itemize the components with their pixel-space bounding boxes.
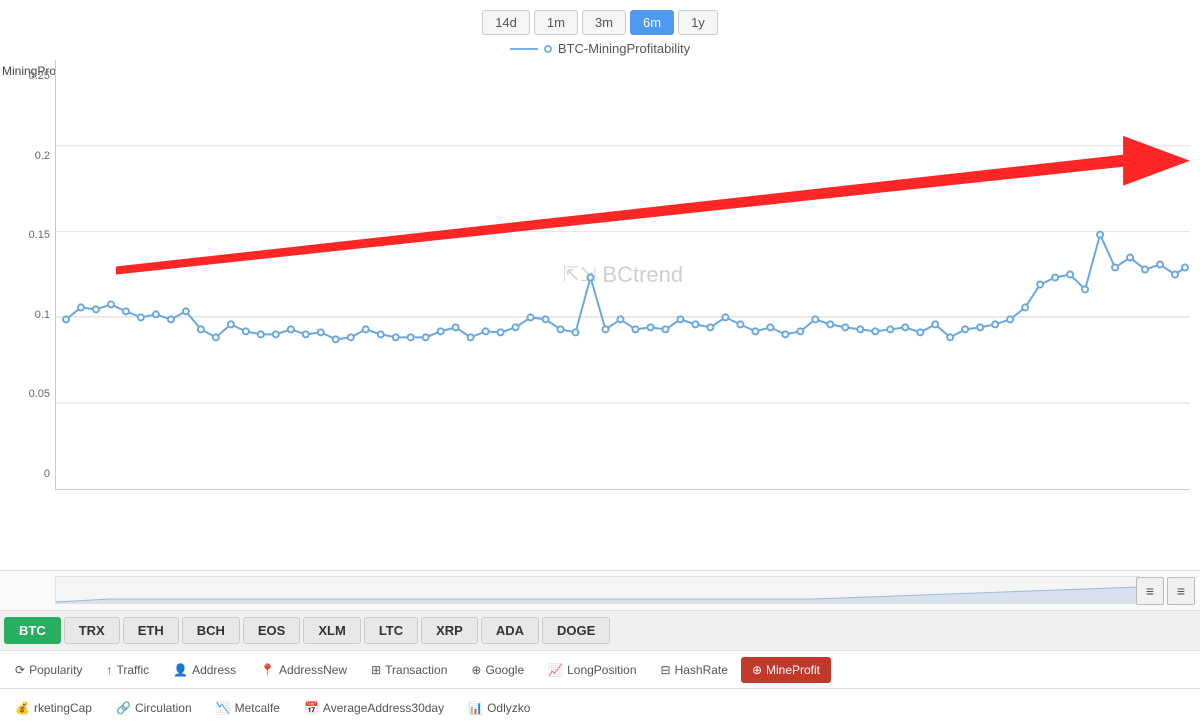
coin-tab-xlm[interactable]: XLM [303,617,360,644]
bottom-tab-metcalfe[interactable]: 📉 Metcalfe [205,695,291,721]
metric-traffic[interactable]: ↑ Traffic [95,657,160,683]
metric-address[interactable]: 👤 Address [162,657,247,683]
scroll-btn-left[interactable]: ≡ [1136,577,1164,605]
circulation-icon: 🔗 [116,701,131,715]
time-buttons: 14d 1m 3m 6m 1y [0,0,1200,41]
chart-svg [56,60,1190,489]
mineprofit-label: MineProfit [766,663,820,677]
marketingcap-label: rketingCap [34,701,92,715]
chart-wrapper: MiningProfitability 0 0.05 0.1 0.15 0.2 … [0,60,1200,530]
legend-circle-icon [544,45,552,53]
bottom-tab-odlyzko[interactable]: 📊 Odlyzko [457,695,541,721]
traffic-label: Traffic [116,663,149,677]
averageaddress-icon: 📅 [304,701,319,715]
traffic-icon: ↑ [106,663,112,677]
time-btn-3m[interactable]: 3m [582,10,626,35]
y-label-015: 0.15 [0,229,55,241]
circulation-label: Circulation [135,701,192,715]
coin-tab-ada[interactable]: ADA [481,617,539,644]
y-label-005: 0.05 [0,388,55,400]
scroll-buttons: ≡ ≡ [1136,577,1195,605]
longposition-icon: 📈 [548,663,563,677]
scroll-btn-right[interactable]: ≡ [1167,577,1195,605]
marketingcap-icon: 💰 [15,701,30,715]
y-label-010: 0.1 [0,309,55,321]
scroll-area: ≡ ≡ [0,570,1200,610]
time-btn-6m[interactable]: 6m [630,10,674,35]
metric-longposition[interactable]: 📈 LongPosition [537,657,647,683]
y-label-020: 0.2 [0,150,55,162]
metric-addressnew[interactable]: 📍 AddressNew [249,657,358,683]
coin-tab-btc[interactable]: BTC [4,617,61,644]
popularity-label: Popularity [29,663,82,677]
chart-legend: BTC-MiningProfitability [0,41,1200,56]
legend-line-segment [510,48,538,50]
bottom-tab-averageaddress[interactable]: 📅 AverageAddress30day [293,695,455,721]
odlyzko-label: Odlyzko [487,701,530,715]
popularity-icon: ⟳ [15,663,25,677]
google-icon: ⊕ [471,663,481,677]
coin-tab-trx[interactable]: TRX [64,617,120,644]
metcalfe-label: Metcalfe [235,701,280,715]
metcalfe-icon: 📉 [216,701,231,715]
coin-tab-xrp[interactable]: XRP [421,617,478,644]
metric-popularity[interactable]: ⟳ Popularity [4,657,93,683]
y-label-025: 0.25 [0,70,55,82]
metric-hashrate[interactable]: ⊟ HashRate [650,657,739,683]
y-axis: 0 0.05 0.1 0.15 0.2 0.25 [0,60,55,490]
top-area: 14d 1m 3m 6m 1y BTC-MiningProfitability … [0,0,1200,540]
coin-tab-eos[interactable]: EOS [243,617,300,644]
chart-area: ⇱⇲ BCtrend [55,60,1190,490]
metric-mineprofit[interactable]: ⊕ MineProfit [741,657,831,683]
address-icon: 👤 [173,663,188,677]
time-btn-14d[interactable]: 14d [482,10,530,35]
metric-transaction[interactable]: ⊞ Transaction [360,657,458,683]
mineprofit-icon: ⊕ [752,663,762,677]
bottom-tab-circulation[interactable]: 🔗 Circulation [105,695,203,721]
y-label-0: 0 [0,468,55,480]
legend-label: BTC-MiningProfitability [558,41,690,56]
hashrate-icon: ⊟ [661,663,671,677]
hashrate-label: HashRate [675,663,728,677]
time-btn-1m[interactable]: 1m [534,10,578,35]
transaction-label: Transaction [385,663,447,677]
addressnew-icon: 📍 [260,663,275,677]
coin-tab-doge[interactable]: DOGE [542,617,610,644]
time-btn-1y[interactable]: 1y [678,10,718,35]
averageaddress-label: AverageAddress30day [323,701,444,715]
coin-tab-ltc[interactable]: LTC [364,617,418,644]
addressnew-label: AddressNew [279,663,347,677]
coin-tabs: BTC TRX ETH BCH EOS XLM LTC XRP ADA DOGE [0,610,1200,650]
bottom-tabs: 💰 rketingCap 🔗 Circulation 📉 Metcalfe 📅 … [0,688,1200,726]
coin-tab-bch[interactable]: BCH [182,617,240,644]
transaction-icon: ⊞ [371,663,381,677]
odlyzko-icon: 📊 [468,701,483,715]
mini-chart [55,576,1140,604]
metric-google[interactable]: ⊕ Google [460,657,535,683]
google-label: Google [485,663,524,677]
bottom-tab-marketingcap[interactable]: 💰 rketingCap [4,695,103,721]
coin-tab-eth[interactable]: ETH [123,617,179,644]
longposition-label: LongPosition [567,663,636,677]
metric-tabs: ⟳ Popularity ↑ Traffic 👤 Address 📍 Addre… [0,650,1200,688]
address-label: Address [192,663,236,677]
